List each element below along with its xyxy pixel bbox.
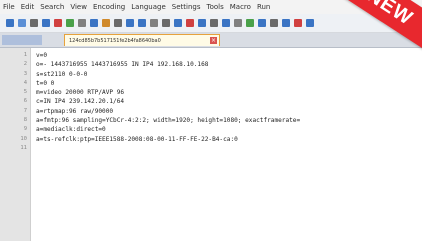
menu-item-encoding[interactable]: Encoding — [90, 0, 128, 14]
line-number: 7 — [23, 107, 27, 114]
code-line: 6 c=IN IP4 239.142.20.1/64 — [0, 97, 422, 106]
editor-pane[interactable]: 1 v=0 2 o=- 1443716955 1443716955 IN IP4 19… — [0, 48, 422, 241]
toolbar-button-icon[interactable] — [174, 19, 182, 27]
code-line: 4 t=0 0 — [0, 79, 422, 88]
line-text: a=ts-refclk:ptp=IEEE1588-2008:08-00-11-F… — [36, 135, 238, 143]
toolbar-button-icon[interactable] — [150, 19, 158, 27]
toolbar-button-icon[interactable] — [18, 19, 26, 27]
tab-previous[interactable] — [2, 35, 42, 45]
toolbar-button-icon[interactable] — [66, 19, 74, 27]
toolbar-button-icon[interactable] — [126, 19, 134, 27]
tab-active-file[interactable]: 124cd85b7b517151fe2b4fa8640ba0 × — [64, 34, 220, 46]
line-text: a=fmtp:96 sampling=YCbCr-4:2:2; width=19… — [36, 117, 301, 125]
code-line: 8 a=fmtp:96 sampling=YCbCr-4:2:2; width=1… — [0, 116, 422, 125]
toolbar — [0, 14, 422, 33]
code-line: 10 a=ts-refclk:ptp=IEEE1588-2008:08-00-11… — [0, 135, 422, 144]
toolbar-button-icon[interactable] — [186, 19, 194, 27]
menu-item-settings[interactable]: Settings — [169, 0, 204, 14]
line-number: 8 — [23, 117, 27, 124]
line-number: 11 — [20, 144, 27, 151]
toolbar-button-icon[interactable] — [30, 19, 38, 27]
line-number: 4 — [23, 79, 27, 86]
toolbar-button-icon[interactable] — [90, 19, 98, 27]
line-number: 1 — [23, 52, 27, 58]
toolbar-button-icon[interactable] — [210, 19, 218, 27]
toolbar-button-icon[interactable] — [138, 19, 146, 27]
line-text: m=video 20000 RTP/AVP 96 — [36, 89, 125, 97]
toolbar-button-icon[interactable] — [42, 19, 50, 27]
code-lines: 1 v=0 2 o=- 1443716955 1443716955 IN IP4 19… — [0, 51, 422, 153]
toolbar-button-icon[interactable] — [282, 19, 290, 27]
menu-item-macro[interactable]: Macro — [227, 0, 254, 14]
line-text: v=0 — [36, 52, 48, 59]
toolbar-button-icon[interactable] — [162, 19, 170, 27]
line-text: s=st2110 0-0-0 — [36, 70, 88, 78]
toolbar-button-icon[interactable] — [246, 19, 254, 27]
menu-item-file[interactable]: File — [0, 0, 18, 14]
toolbar-button-icon[interactable] — [102, 19, 110, 27]
code-line: 5 m=video 20000 RTP/AVP 96 — [0, 88, 422, 97]
toolbar-button-icon[interactable] — [306, 19, 314, 27]
menu-item-search[interactable]: Search — [37, 0, 67, 14]
menu-item-edit[interactable]: Edit — [18, 0, 38, 14]
code-line: 9 a=mediaclk:direct=0 — [0, 125, 422, 134]
toolbar-button-icon[interactable] — [270, 19, 278, 27]
toolbar-button-icon[interactable] — [234, 19, 242, 27]
toolbar-button-icon[interactable] — [258, 19, 266, 27]
code-line: 3 s=st2110 0-0-0 — [0, 70, 422, 79]
line-text: t=0 0 — [36, 79, 55, 87]
line-number: 10 — [20, 135, 27, 142]
menu-item-run[interactable]: Run — [254, 0, 273, 14]
toolbar-button-icon[interactable] — [222, 19, 230, 27]
line-number: 2 — [23, 61, 27, 68]
code-line: 11 — [0, 144, 422, 153]
code-line: 7 a=rtpmap:96 raw/90000 — [0, 107, 422, 116]
menu-item-tools[interactable]: Tools — [204, 0, 227, 14]
tab-bar: 124cd85b7b517151fe2b4fa8640ba0 × — [0, 33, 422, 48]
line-number: 5 — [23, 89, 27, 96]
line-number: 6 — [23, 98, 27, 105]
toolbar-button-icon[interactable] — [294, 19, 302, 27]
toolbar-button-icon[interactable] — [114, 19, 122, 27]
tab-title: 124cd85b7b517151fe2b4fa8640ba0 — [69, 38, 161, 44]
line-number: 9 — [23, 126, 27, 133]
toolbar-button-icon[interactable] — [6, 19, 14, 27]
line-text: o=- 1443716955 1443716955 IN IP4 192.168… — [36, 61, 209, 69]
toolbar-button-icon[interactable] — [54, 19, 62, 27]
close-tab-icon[interactable]: × — [210, 37, 217, 44]
menu-item-language[interactable]: Language — [128, 0, 169, 14]
code-line: 1 v=0 — [0, 51, 422, 60]
line-text: c=IN IP4 239.142.20.1/64 — [36, 98, 125, 106]
toolbar-button-icon[interactable] — [78, 19, 86, 27]
toolbar-button-icon[interactable] — [198, 19, 206, 27]
line-text: a=rtpmap:96 raw/90000 — [36, 107, 114, 115]
line-text: a=mediaclk:direct=0 — [36, 126, 106, 134]
code-line: 2 o=- 1443716955 1443716955 IN IP4 192.16… — [0, 60, 422, 69]
menu-item-view[interactable]: View — [67, 0, 90, 14]
line-number: 3 — [23, 70, 27, 77]
